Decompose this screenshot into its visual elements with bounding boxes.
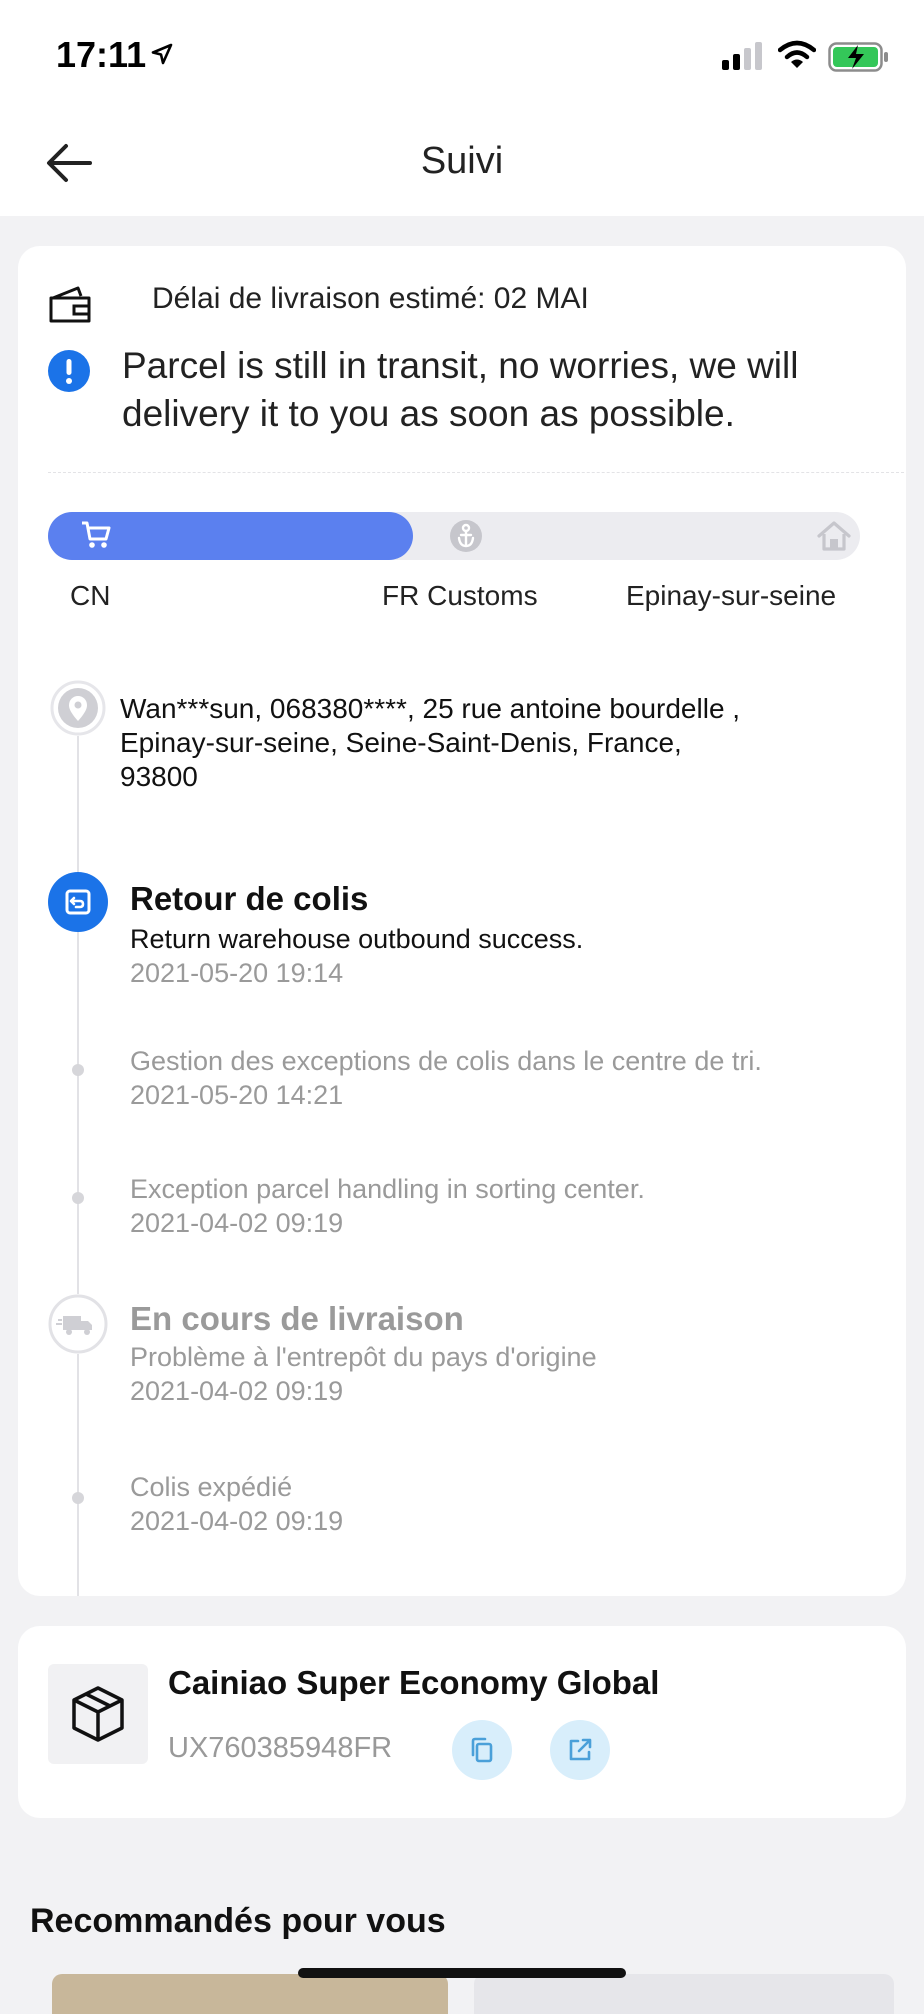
wallet-icon xyxy=(49,286,91,323)
delivery-address: Wan***sun, 068380****, 25 rue antoine bo… xyxy=(120,693,741,792)
event-detail: Colis expédié xyxy=(130,1472,293,1502)
map-pin-icon xyxy=(50,680,106,736)
anchor-icon xyxy=(450,520,482,552)
estimated-delivery: Délai de livraison estimé: 02 MAI xyxy=(152,282,589,315)
stage-customs: FR Customs xyxy=(382,580,538,611)
info-icon xyxy=(48,350,90,392)
event-detail: Return warehouse outbound success. xyxy=(130,924,584,954)
copy-button[interactable] xyxy=(452,1720,512,1780)
house-icon xyxy=(817,521,851,551)
divider xyxy=(48,472,904,473)
event-title: Retour de colis xyxy=(130,880,369,917)
cart-icon xyxy=(82,521,111,548)
event-time: 2021-05-20 19:14 xyxy=(130,958,344,988)
timeline-dot xyxy=(72,1064,84,1076)
carrier-card xyxy=(18,1626,906,1818)
event-detail: Exception parcel handling in sorting cen… xyxy=(130,1174,645,1204)
return-icon xyxy=(48,872,108,932)
truck-icon xyxy=(48,1294,108,1354)
transit-notice: Parcel is still in transit, no worries, … xyxy=(122,345,799,434)
timeline-dot xyxy=(72,1192,84,1204)
page-title: Suivi xyxy=(420,140,504,182)
signal-icon xyxy=(722,42,762,70)
event-time: 2021-04-02 09:19 xyxy=(130,1506,344,1536)
event-detail: Problème à l'entrepôt du pays d'origine xyxy=(130,1342,597,1372)
home-indicator[interactable] xyxy=(298,1968,626,1978)
battery-charging-icon xyxy=(828,42,888,72)
event-time: 2021-04-02 09:19 xyxy=(130,1376,344,1406)
wifi-icon xyxy=(778,40,816,68)
event-title: En cours de livraison xyxy=(130,1300,464,1337)
product-thumbnail[interactable] xyxy=(474,1974,894,2014)
stage-destination: Epinay-sur-seine xyxy=(626,580,837,611)
carrier-name: Cainiao Super Economy Global xyxy=(168,1664,660,1701)
timeline-dot xyxy=(72,1492,84,1504)
event-time: 2021-05-20 14:21 xyxy=(130,1080,344,1110)
open-tracking-button[interactable] xyxy=(550,1720,610,1780)
event-detail: Gestion des exceptions de colis dans le … xyxy=(130,1046,762,1076)
status-time: 17:11 xyxy=(56,34,147,75)
stage-origin: CN xyxy=(70,580,111,611)
event-time: 2021-04-02 09:19 xyxy=(130,1208,344,1238)
external-link-icon xyxy=(569,1738,592,1761)
copy-icon xyxy=(471,1737,493,1763)
location-arrow-icon xyxy=(151,43,173,65)
recommendations-title: Recommandés pour vous xyxy=(30,1902,446,1940)
timeline-line xyxy=(77,730,79,1596)
product-thumbnail[interactable] xyxy=(52,1974,448,2014)
tracking-number[interactable]: UX760385948FR xyxy=(168,1732,392,1765)
package-icon xyxy=(48,1664,148,1764)
